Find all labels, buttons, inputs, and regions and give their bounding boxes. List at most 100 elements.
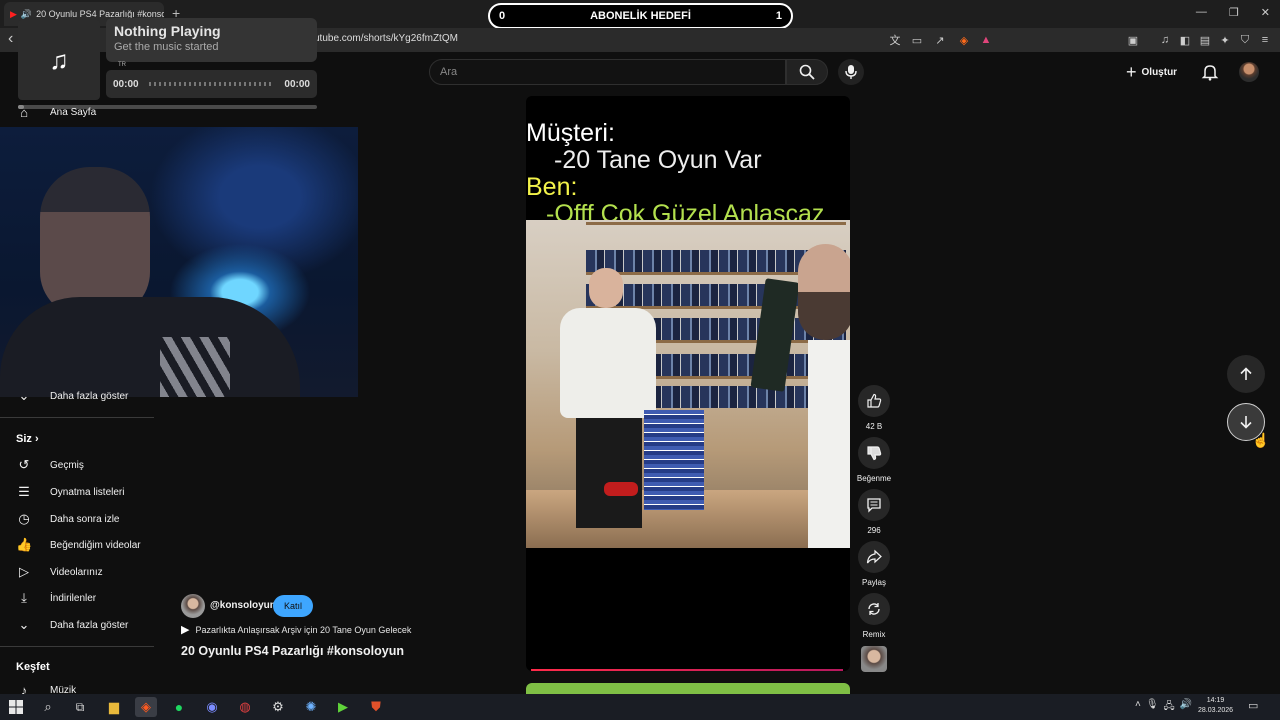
- clock-time: 14:19: [1206, 697, 1225, 704]
- remix-button[interactable]: [858, 593, 890, 625]
- shorts-video-player[interactable]: Müşteri: -20 Tane Oyun Var Ben: -Offf Ço…: [526, 96, 850, 671]
- sidebar-divider: [0, 417, 154, 418]
- comments-button[interactable]: [858, 489, 890, 521]
- account-avatar[interactable]: [1239, 62, 1259, 82]
- streamer-body: [0, 297, 300, 397]
- audio-playing-icon[interactable]: 🔊: [21, 9, 32, 20]
- taskbar-clock[interactable]: 14:19 28.03.2026: [1198, 696, 1233, 716]
- notification-center-icon[interactable]: ▭: [1248, 699, 1258, 712]
- network-icon[interactable]: 🖧: [1164, 699, 1175, 716]
- restore-icon[interactable]: ❐: [1229, 6, 1239, 19]
- voice-search-button[interactable]: [838, 59, 864, 85]
- channel-thumbnail[interactable]: [861, 646, 887, 672]
- minimize-icon[interactable]: —: [1196, 6, 1207, 19]
- remix-icon: [868, 603, 880, 615]
- channel-avatar[interactable]: [181, 594, 205, 618]
- sidebar-item-label: Daha sonra izle: [50, 513, 120, 525]
- media-control-icon[interactable]: ♫: [1158, 33, 1172, 47]
- short-title[interactable]: 20 Oyunlu PS4 Pazarlığı #konsoloyun: [181, 644, 404, 658]
- sidebar-you-heading[interactable]: Siz ›: [16, 433, 39, 445]
- back-icon[interactable]: ‹: [8, 30, 13, 48]
- brave-browser-icon[interactable]: ◈: [135, 697, 157, 717]
- sound-link[interactable]: ▶ Pazarlıkta Anlaşırsak Arşiv için 20 Ta…: [181, 623, 411, 636]
- sidebar-item-label: Geçmiş: [50, 459, 84, 471]
- comment-icon: [867, 498, 881, 513]
- taskbar-search-icon[interactable]: ⌕: [37, 697, 59, 717]
- sub-goal-label: ABONELİK HEDEFİ: [590, 10, 691, 22]
- share-button[interactable]: [858, 541, 890, 573]
- comments-action[interactable]: 296: [857, 489, 891, 535]
- region-label: TR: [118, 62, 126, 68]
- thumbs-down-icon: [867, 446, 882, 461]
- like-action[interactable]: 42 B: [857, 385, 891, 431]
- brave-shield-icon[interactable]: ◈: [957, 33, 971, 47]
- sidebar-item-history[interactable]: ↺ Geçmiş: [16, 455, 84, 475]
- task-view-icon[interactable]: ⧉: [69, 697, 91, 717]
- search-placeholder: Ara: [440, 66, 458, 78]
- join-button[interactable]: Katıl: [273, 595, 313, 617]
- sidebar-show-more-top[interactable]: ⌄ Daha fazla göster: [16, 386, 129, 406]
- create-button[interactable]: + Oluştur: [1126, 61, 1177, 83]
- close-window-icon[interactable]: ✕: [1261, 6, 1270, 19]
- remix-action[interactable]: Remix: [857, 593, 891, 639]
- music-progress-bar[interactable]: [148, 82, 275, 86]
- sidebar-item-playlists[interactable]: ☰ Oynatma listeleri: [16, 482, 124, 502]
- app-icon[interactable]: ✺: [300, 697, 322, 717]
- ai-assistant-icon[interactable]: ✦: [1218, 33, 1232, 47]
- channel-name[interactable]: @konsoloyun: [210, 600, 276, 611]
- remix-label: Remix: [862, 630, 886, 639]
- chevron-down-icon: ⌄: [18, 617, 30, 632]
- search-button[interactable]: [786, 59, 828, 85]
- previous-short-button[interactable]: [1227, 355, 1265, 393]
- like-button[interactable]: [858, 385, 890, 417]
- nvidia-icon[interactable]: ▶: [332, 697, 354, 717]
- wallet-icon[interactable]: ▤: [1198, 33, 1212, 47]
- sidebar-item-label: İndirilenler: [50, 592, 97, 604]
- cast-icon[interactable]: ▭: [910, 33, 924, 47]
- url-field[interactable]: utube.com/shorts/kYg26fmZtQM: [314, 33, 458, 44]
- sidebar-item-your-videos[interactable]: ▷ Videolarınız: [16, 562, 103, 582]
- obs-icon[interactable]: ◍: [234, 697, 256, 717]
- microphone-tray-icon[interactable]: 🎙: [1146, 699, 1159, 716]
- file-explorer-icon[interactable]: ▆: [103, 697, 125, 717]
- sidebar-toggle-icon[interactable]: ◧: [1178, 33, 1192, 47]
- game-launcher-icon[interactable]: ⛊: [365, 697, 387, 717]
- search-input[interactable]: Ara: [429, 59, 786, 85]
- vpn-icon[interactable]: ⛉: [1238, 33, 1252, 47]
- spotify-icon[interactable]: ●: [168, 697, 190, 717]
- share-action[interactable]: Paylaş: [857, 541, 891, 587]
- customer-head: [589, 268, 623, 308]
- sidebar-item-downloads[interactable]: ⤓ İndirilenler: [16, 588, 96, 608]
- red-controller: [604, 482, 638, 496]
- sidebar-item-liked-videos[interactable]: 👍 Beğendiğim videolar: [16, 535, 141, 555]
- history-icon: ↺: [18, 457, 30, 472]
- sidebar-item-show-more[interactable]: ⌄ Daha fazla göster: [16, 615, 129, 635]
- volume-icon[interactable]: 🔊: [1180, 699, 1192, 716]
- caption-line: Ben:: [526, 173, 578, 201]
- clock-date: 28.03.2026: [1198, 707, 1234, 714]
- notifications-bell-icon[interactable]: [1201, 63, 1219, 81]
- windows-start-icon[interactable]: [5, 697, 27, 717]
- menu-icon[interactable]: ≡: [1258, 33, 1272, 47]
- share-page-icon[interactable]: ↗: [933, 33, 947, 47]
- translate-icon[interactable]: 文: [888, 33, 902, 47]
- sidebar-item-label: Daha fazla göster: [50, 619, 129, 631]
- caption-line: Müşteri:: [526, 119, 615, 147]
- subscription-goal-overlay: 0 ABONELİK HEDEFİ 1: [488, 3, 793, 29]
- sidebar-item-watch-later[interactable]: ◷ Daha sonra izle: [16, 509, 119, 529]
- video-progress-bar[interactable]: [531, 669, 843, 671]
- sidebar-item-home[interactable]: ⌂ Ana Sayfa: [16, 102, 96, 122]
- arrow-down-icon: [1240, 416, 1252, 429]
- dislike-action[interactable]: Beğenme: [857, 437, 891, 483]
- arrow-up-icon: [1240, 367, 1252, 380]
- steam-icon[interactable]: ⚙: [267, 697, 289, 717]
- sub-goal-current: 0: [499, 10, 506, 22]
- seller-figure: [778, 230, 850, 548]
- mouse-cursor-icon: ☝: [1252, 432, 1270, 448]
- game-stack: [644, 410, 704, 510]
- discord-icon[interactable]: ◉: [201, 697, 223, 717]
- tab-search-icon[interactable]: ▣: [1126, 33, 1140, 47]
- dislike-button[interactable]: [858, 437, 890, 469]
- brave-rewards-icon[interactable]: ▲: [979, 33, 993, 47]
- tray-overflow-icon[interactable]: ˄: [1135, 699, 1141, 716]
